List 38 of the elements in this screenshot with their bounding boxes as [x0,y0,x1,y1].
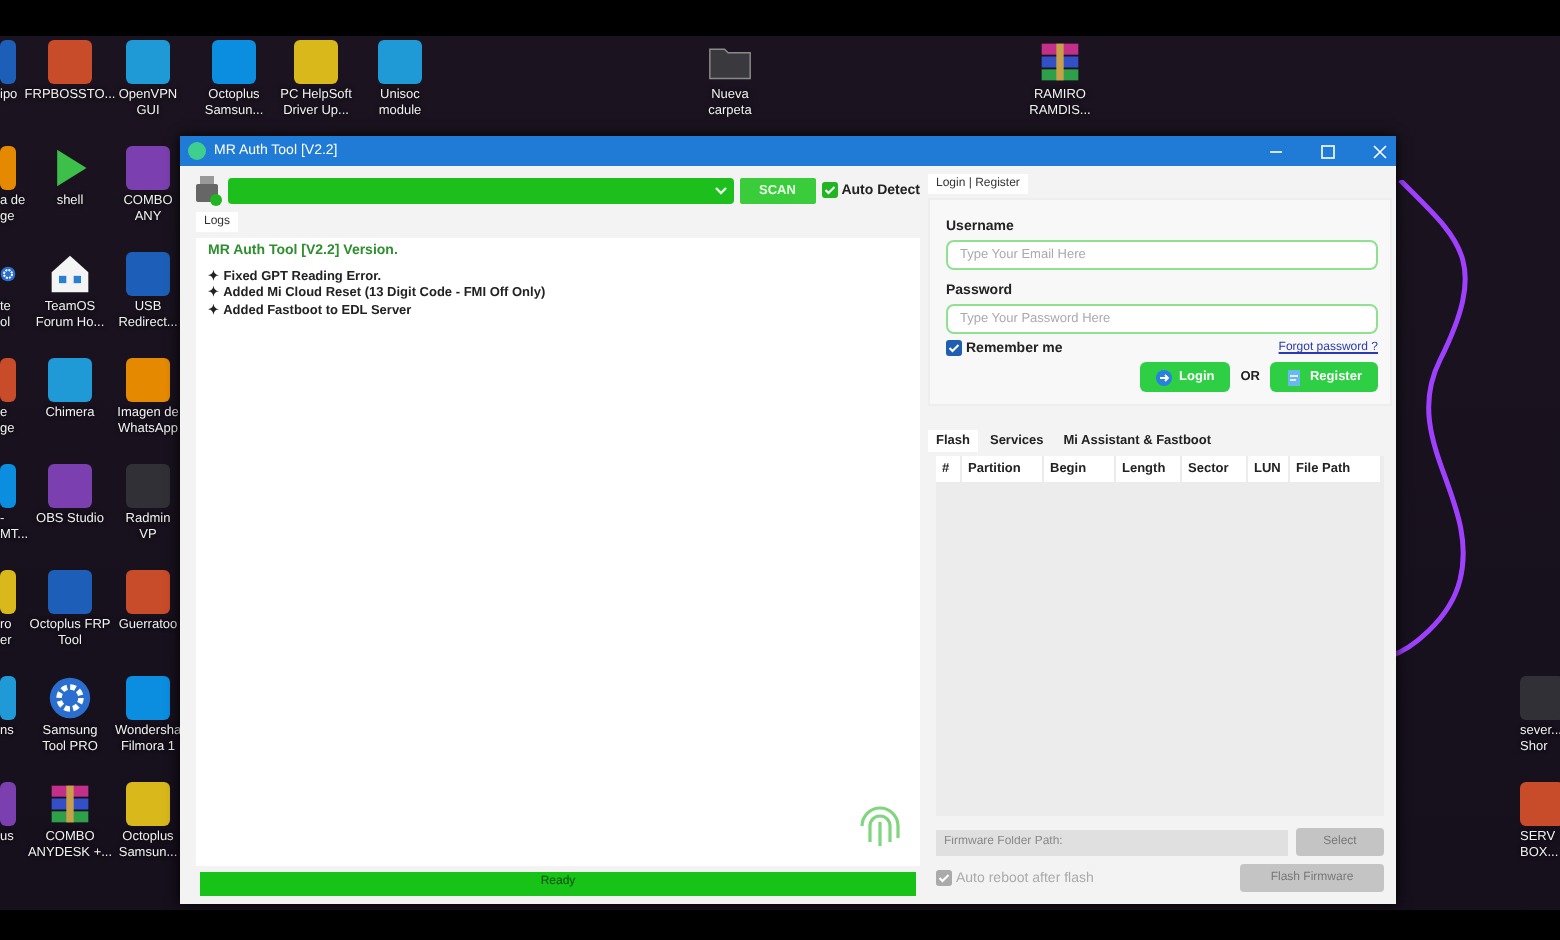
app-icon [126,146,170,190]
app-icon [1520,676,1560,720]
app-icon [48,570,92,614]
app-icon [0,40,16,84]
app-icon [0,146,16,190]
archive-icon [48,782,92,826]
app-icon [126,358,170,402]
maximize-icon[interactable] [1320,143,1336,159]
app-icon [0,464,16,508]
app-icon [126,570,170,614]
app-icon [212,40,256,84]
app-icon [126,464,170,508]
device-dropdown[interactable] [228,177,734,203]
close-icon[interactable] [1372,143,1388,159]
app-icon [294,40,338,84]
app-icon [0,358,16,402]
document-icon [1285,369,1302,385]
house-icon [48,252,92,296]
archive-icon [1038,40,1082,84]
caret-icon [713,185,728,195]
app-icon [378,40,422,84]
arrow-icon [1155,369,1172,385]
app-icon [0,782,16,826]
gear-icon [48,676,92,720]
checkbox[interactable] [821,182,838,198]
app-icon [126,40,170,84]
app-icon [126,676,170,720]
app-icon [48,464,92,508]
app-icon [1520,782,1560,826]
app-icon [188,142,206,160]
app-icon [48,40,92,84]
app-icon [126,782,170,826]
app-icon [126,252,170,296]
usb-drive-icon [196,175,222,205]
checkbox[interactable] [946,340,962,356]
app-icon [0,570,16,614]
app-icon [48,358,92,402]
app-icon [0,676,16,720]
